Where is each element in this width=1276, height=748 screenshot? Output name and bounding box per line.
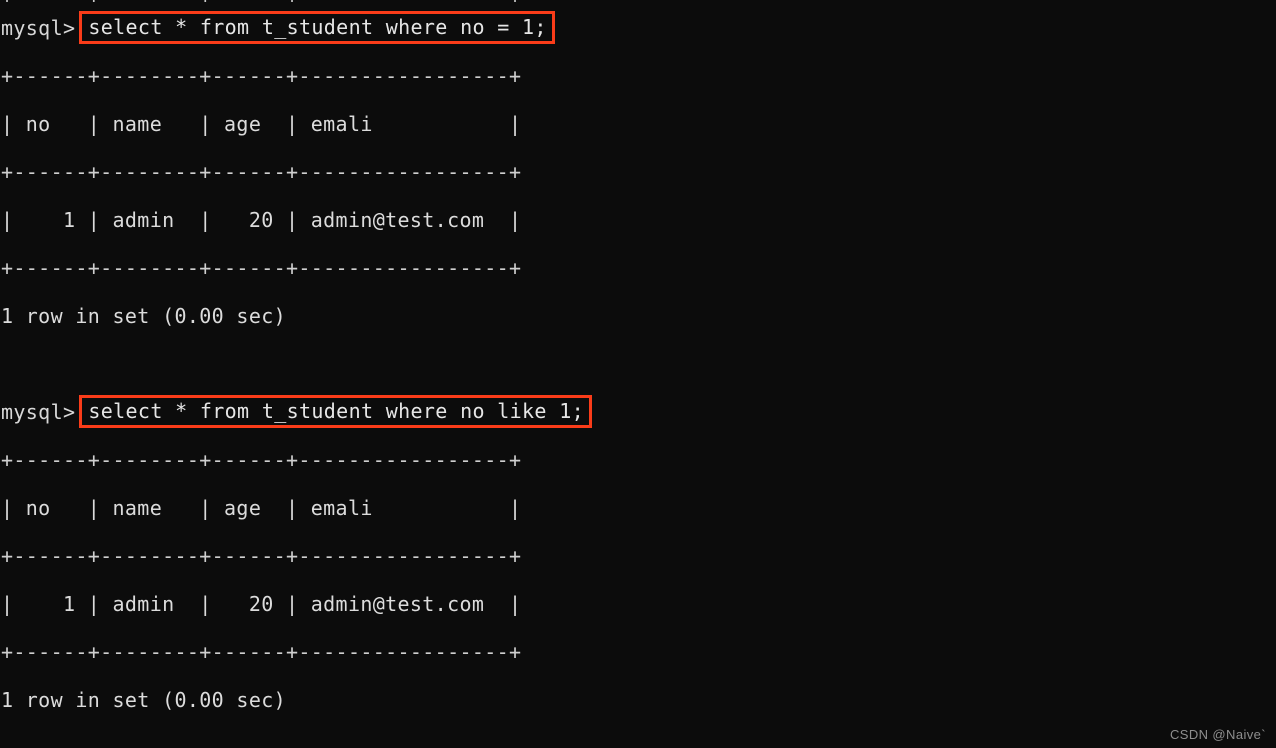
table-data-row-1: | 1 | admin | 20 | admin@test.com | bbox=[1, 208, 522, 232]
result-status-2: 1 row in set (0.00 sec) bbox=[1, 688, 286, 712]
result-status-1: 1 row in set (0.00 sec) bbox=[1, 304, 286, 328]
mysql-prompt-1: mysql> bbox=[1, 16, 76, 40]
query-block-1-prompt[interactable]: mysql> select * from t_student where no =… bbox=[0, 4, 1276, 52]
table-header-row-2: | no | name | age | emali | bbox=[1, 496, 522, 520]
terminal-output[interactable]: mysql> select * from t_student where no =… bbox=[0, 4, 1276, 748]
sql-statement-2[interactable]: select * from t_student where no like 1; bbox=[79, 395, 592, 428]
table-top-rule-2: +------+--------+------+----------------… bbox=[1, 448, 522, 472]
mysql-prompt-2: mysql> bbox=[1, 400, 76, 424]
table-top-rule-1: +------+--------+------+----------------… bbox=[1, 64, 522, 88]
table-bottom-rule-1: +------+--------+------+----------------… bbox=[1, 256, 522, 280]
table-bottom-rule-2: +------+--------+------+----------------… bbox=[1, 640, 522, 664]
table-header-row-1: | no | name | age | emali | bbox=[1, 112, 522, 136]
table-mid-rule-1: +------+--------+------+----------------… bbox=[1, 160, 522, 184]
query-block-2-prompt[interactable]: mysql> select * from t_student where no l… bbox=[0, 388, 1276, 436]
sql-statement-1[interactable]: select * from t_student where no = 1; bbox=[79, 11, 555, 44]
table-data-row-2: | 1 | admin | 20 | admin@test.com | bbox=[1, 592, 522, 616]
terminal-window: +------+--------+------+----------------… bbox=[0, 0, 1276, 748]
csdn-watermark: CSDN @Naive` bbox=[1169, 727, 1266, 742]
table-mid-rule-2: +------+--------+------+----------------… bbox=[1, 544, 522, 568]
